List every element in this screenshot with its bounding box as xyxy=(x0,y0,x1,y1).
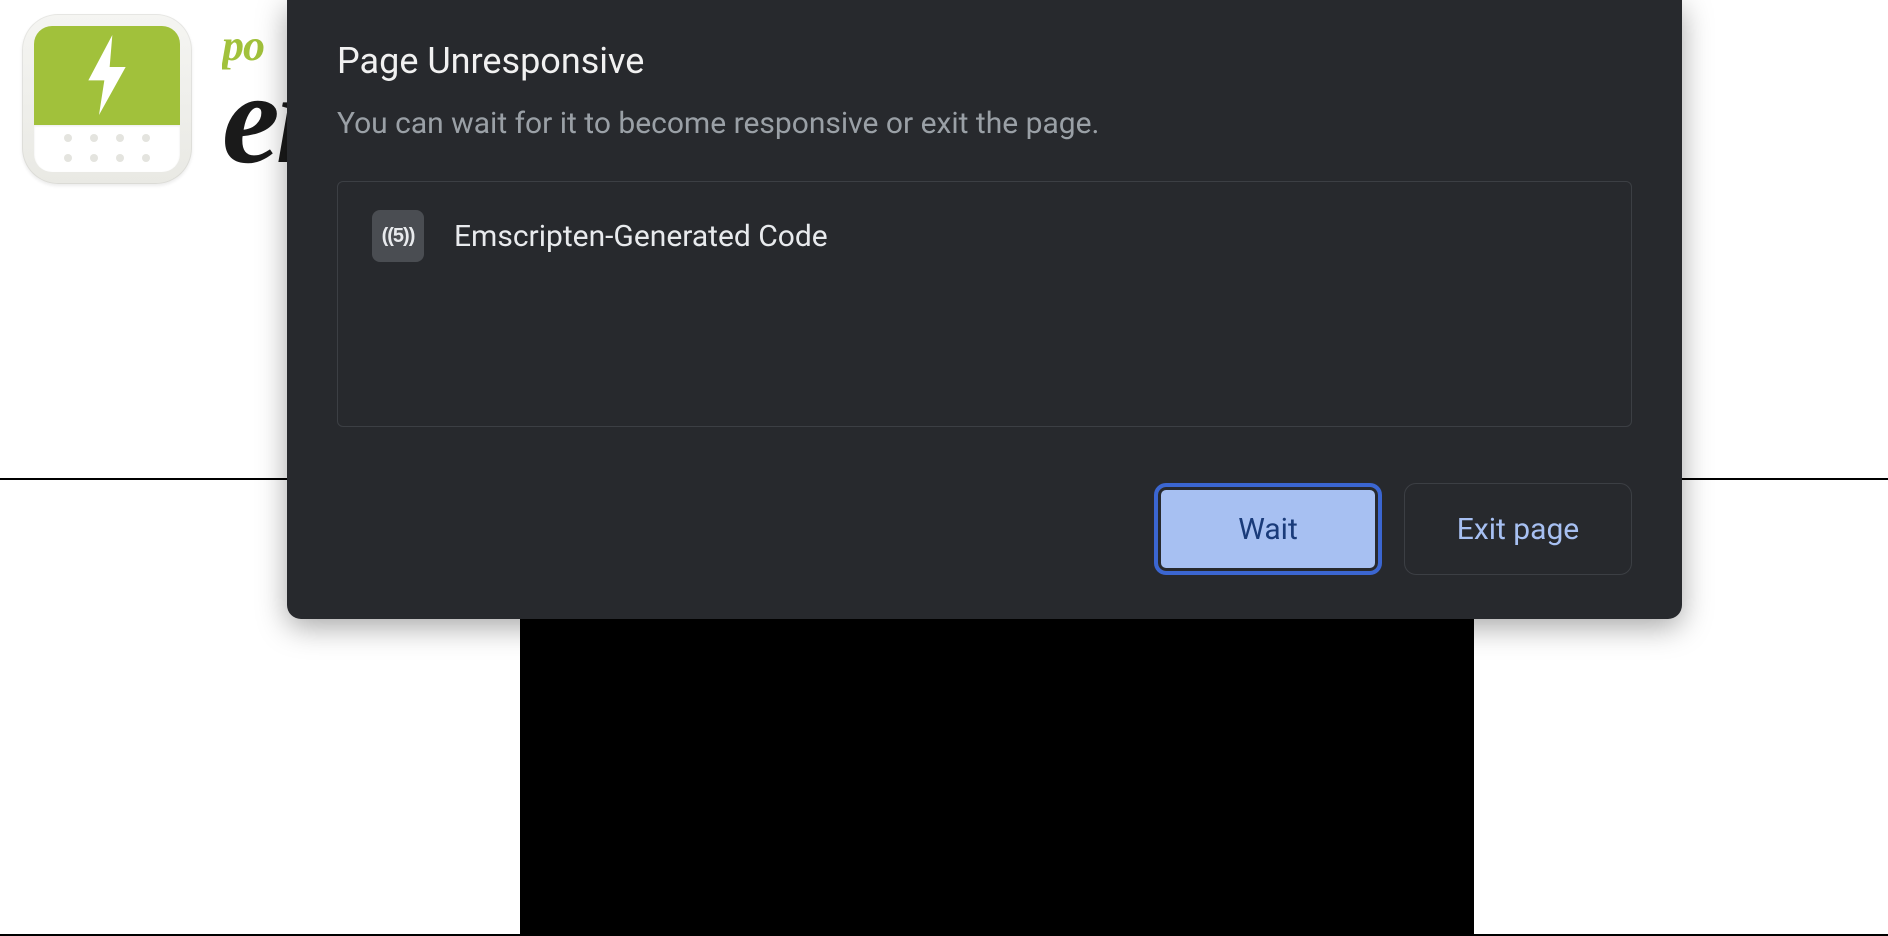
dialog-subtitle: You can wait for it to become responsive… xyxy=(337,106,1632,141)
emscripten-app-icon xyxy=(22,14,192,184)
list-item: ((5)) Emscripten-Generated Code xyxy=(372,210,1597,262)
page-item-label: Emscripten-Generated Code xyxy=(454,219,828,254)
app-icon-top xyxy=(34,26,180,125)
page-unresponsive-dialog: Page Unresponsive You can wait for it to… xyxy=(287,0,1682,619)
page-favicon-icon: ((5)) xyxy=(372,210,424,262)
dialog-title: Page Unresponsive xyxy=(337,40,1632,82)
exit-page-button[interactable]: Exit page xyxy=(1404,483,1632,575)
lightning-icon xyxy=(77,35,137,115)
wait-button[interactable]: Wait xyxy=(1154,483,1382,575)
app-icon-bottom xyxy=(34,125,180,172)
unresponsive-pages-list: ((5)) Emscripten-Generated Code xyxy=(337,181,1632,427)
dialog-actions: Wait Exit page xyxy=(337,483,1632,575)
favicon-glyph: ((5)) xyxy=(382,225,415,248)
